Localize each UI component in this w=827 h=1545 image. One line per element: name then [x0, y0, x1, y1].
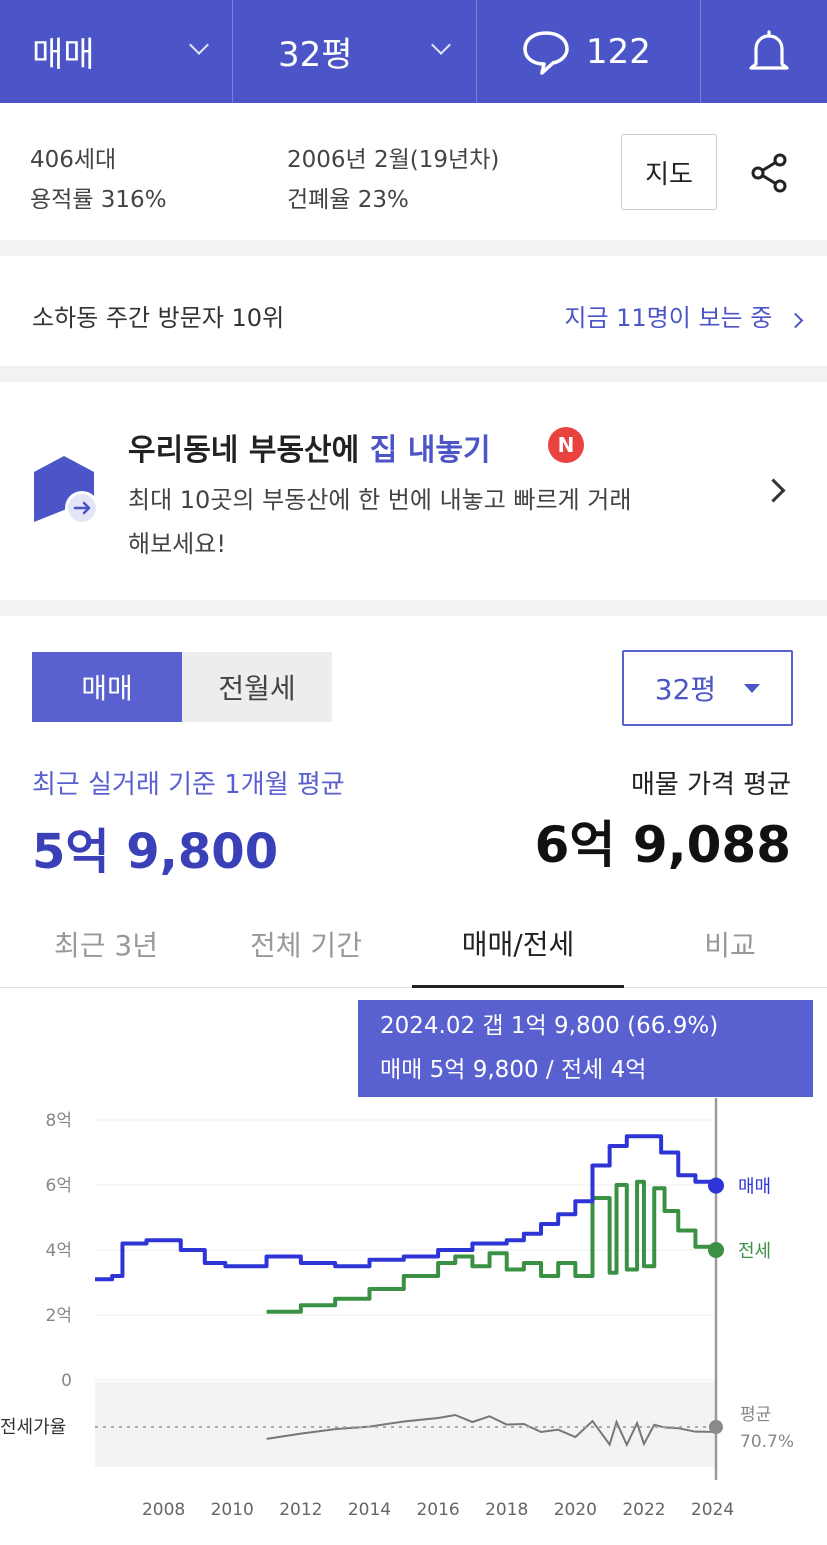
divider	[700, 0, 701, 103]
section-divider	[0, 366, 827, 382]
promo-title-prefix: 우리동네 부동산에	[128, 433, 370, 468]
trade-type-label: 매매	[32, 35, 95, 75]
recent-avg-label: 최근 실거래 기준 1개월 평균	[32, 770, 345, 800]
households: 406세대	[30, 147, 117, 173]
size-select[interactable]: 32평	[622, 650, 793, 726]
tooltip-line-2: 매매 5억 9,800 / 전세 4억	[380, 1057, 647, 1083]
y-tick-label: 6억	[46, 1176, 72, 1196]
x-tick-label: 2018	[485, 1500, 528, 1520]
map-button[interactable]: 지도	[621, 134, 717, 210]
visitor-rank: 소하동 주간 방문자 10위	[32, 304, 285, 332]
section-divider	[0, 600, 827, 616]
tab-recent-3y[interactable]: 최근 3년	[0, 900, 212, 988]
new-badge: N	[548, 427, 584, 463]
comment-count: 122	[586, 31, 651, 72]
chart-tooltip: 2024.02 갭 1억 9,800 (66.9%) 매매 5억 9,800 /…	[358, 1000, 813, 1097]
listing-avg-label: 매물 가격 평균	[630, 770, 791, 800]
y-tick-label: 0	[61, 1371, 72, 1391]
rent-toggle-button[interactable]: 전월세	[182, 652, 332, 722]
recent-avg-value: 5억 9,800	[32, 824, 279, 880]
house-upload-icon	[34, 456, 99, 525]
promo-title-highlight: 집 내놓기	[369, 433, 491, 468]
chevron-down-icon	[189, 35, 209, 55]
jeonse-end-point	[708, 1242, 724, 1258]
chart-tabs: 최근 3년 전체 기간 매매/전세 비교	[0, 900, 827, 988]
notifications-button[interactable]	[746, 0, 796, 103]
ratio-end-point	[709, 1420, 723, 1434]
y-tick-label: 4억	[46, 1241, 72, 1261]
bell-icon	[749, 29, 789, 70]
x-tick-label: 2020	[554, 1500, 597, 1520]
tooltip-line-1: 2024.02 갭 1억 9,800 (66.9%)	[380, 1013, 719, 1039]
caret-down-icon	[744, 683, 761, 693]
comments-button[interactable]: 122	[520, 0, 670, 103]
sale-series-label: 매매	[738, 1177, 771, 1198]
watching-now-link[interactable]: 지금 11명이 보는 중	[564, 298, 804, 333]
divider	[232, 0, 233, 103]
jeonse-series-label: 전세	[738, 1241, 771, 1262]
trade-toggle: 매매 전월세	[32, 652, 332, 722]
trade-type-dropdown[interactable]: 매매	[32, 0, 212, 103]
watching-now-text: 지금 11명이 보는 중	[564, 304, 773, 332]
listing-avg-value: 6억 9,088	[534, 816, 791, 874]
divider	[476, 0, 477, 103]
tab-all-period[interactable]: 전체 기간	[200, 900, 412, 988]
x-tick-label: 2010	[211, 1500, 254, 1520]
y-tick-label: 8억	[46, 1111, 72, 1131]
section-divider	[0, 240, 827, 256]
ratio-average-value: 70.7%	[740, 1432, 794, 1452]
ratio-band	[95, 1382, 716, 1467]
chevron-right-icon	[787, 312, 804, 329]
promo-title: 우리동네 부동산에 집 내놓기	[128, 425, 491, 469]
sale-series-line	[95, 1134, 718, 1282]
size-select-value: 32평	[654, 673, 717, 706]
building-coverage: 건폐율 23%	[287, 187, 409, 213]
y-tick-label: 2억	[46, 1306, 72, 1326]
ratio-average-label: 평균	[740, 1405, 771, 1425]
x-tick-label: 2008	[142, 1500, 185, 1520]
chat-bubble-icon	[523, 30, 569, 75]
area-label: 32평	[278, 35, 353, 75]
share-button[interactable]	[750, 152, 790, 198]
sale-toggle-button[interactable]: 매매	[32, 652, 182, 722]
chevron-down-icon	[431, 35, 451, 55]
jeonse-series-line	[266, 1179, 718, 1314]
x-tick-label: 2012	[279, 1500, 322, 1520]
area-dropdown[interactable]: 32평	[278, 0, 458, 103]
tab-compare[interactable]: 비교	[624, 900, 827, 988]
floor-area-ratio: 용적률 316%	[30, 187, 167, 213]
x-tick-label: 2014	[348, 1500, 391, 1520]
x-tick-label: 2022	[622, 1500, 665, 1520]
top-bar: 매매 32평 122	[0, 0, 827, 103]
share-icon	[751, 153, 787, 193]
ratio-axis-label: 전세가율	[0, 1417, 66, 1438]
built-date: 2006년 2월(19년차)	[287, 147, 500, 173]
x-tick-label: 2016	[416, 1500, 459, 1520]
tab-sale-jeonse[interactable]: 매매/전세	[412, 900, 624, 988]
promo-description: 최대 10곳의 부동산에 한 번에 내놓고 빠르게 거래해보세요!	[128, 486, 632, 558]
sale-end-point	[708, 1177, 724, 1194]
x-tick-label: 2024	[691, 1500, 734, 1520]
